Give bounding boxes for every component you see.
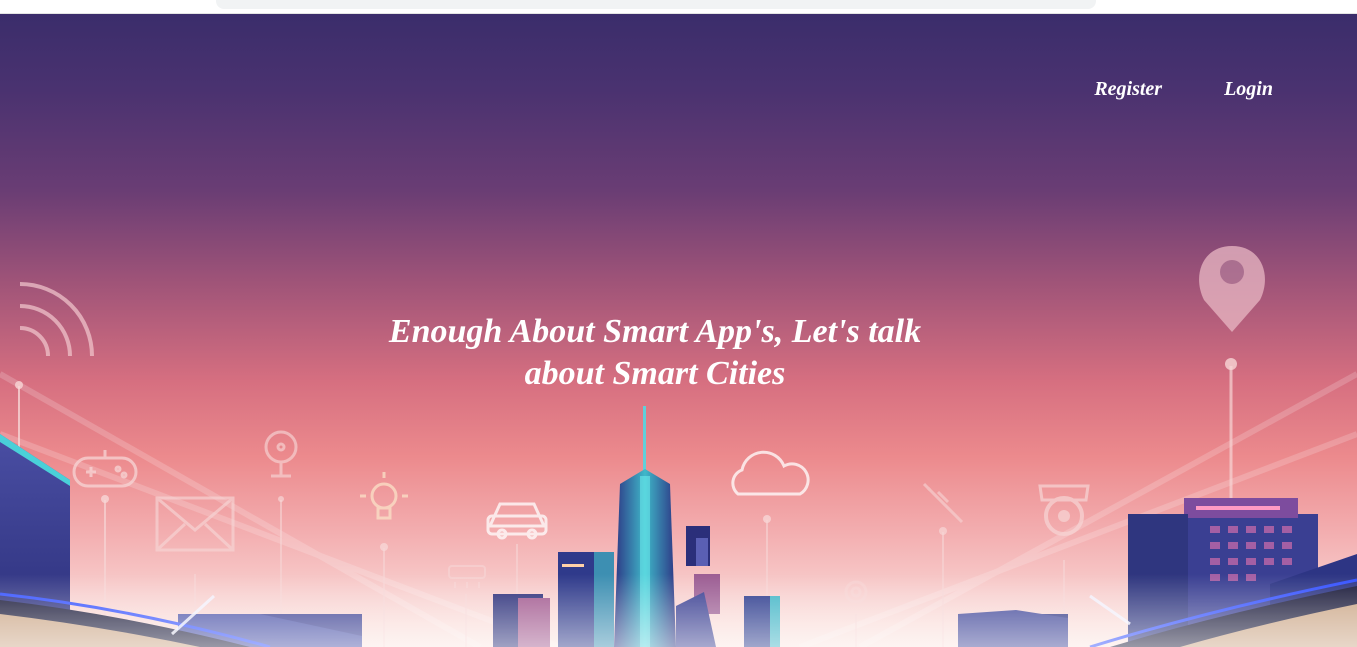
fan-icon xyxy=(264,430,298,478)
login-link[interactable]: Login xyxy=(1224,78,1273,101)
address-bar[interactable] xyxy=(216,0,1096,9)
wifi-icon xyxy=(19,282,94,357)
register-link[interactable]: Register xyxy=(1094,78,1162,101)
hero-section: Register Login Enough About Smart App's,… xyxy=(0,14,1357,647)
top-nav: Register Login xyxy=(1094,78,1273,101)
syringe-icon xyxy=(922,482,964,524)
browser-toolbar xyxy=(0,0,1357,14)
security-camera-icon xyxy=(1038,484,1090,536)
car-icon xyxy=(486,502,548,540)
map-pin-icon xyxy=(1199,246,1265,332)
cloud-icon xyxy=(731,450,810,496)
hero-headline: Enough About Smart App's, Let's talk abo… xyxy=(355,311,955,395)
headline-line-1: Enough About Smart App's, Let's talk xyxy=(388,313,922,350)
headline-line-2: about Smart Cities xyxy=(524,355,786,392)
lightbulb-icon xyxy=(360,472,408,520)
